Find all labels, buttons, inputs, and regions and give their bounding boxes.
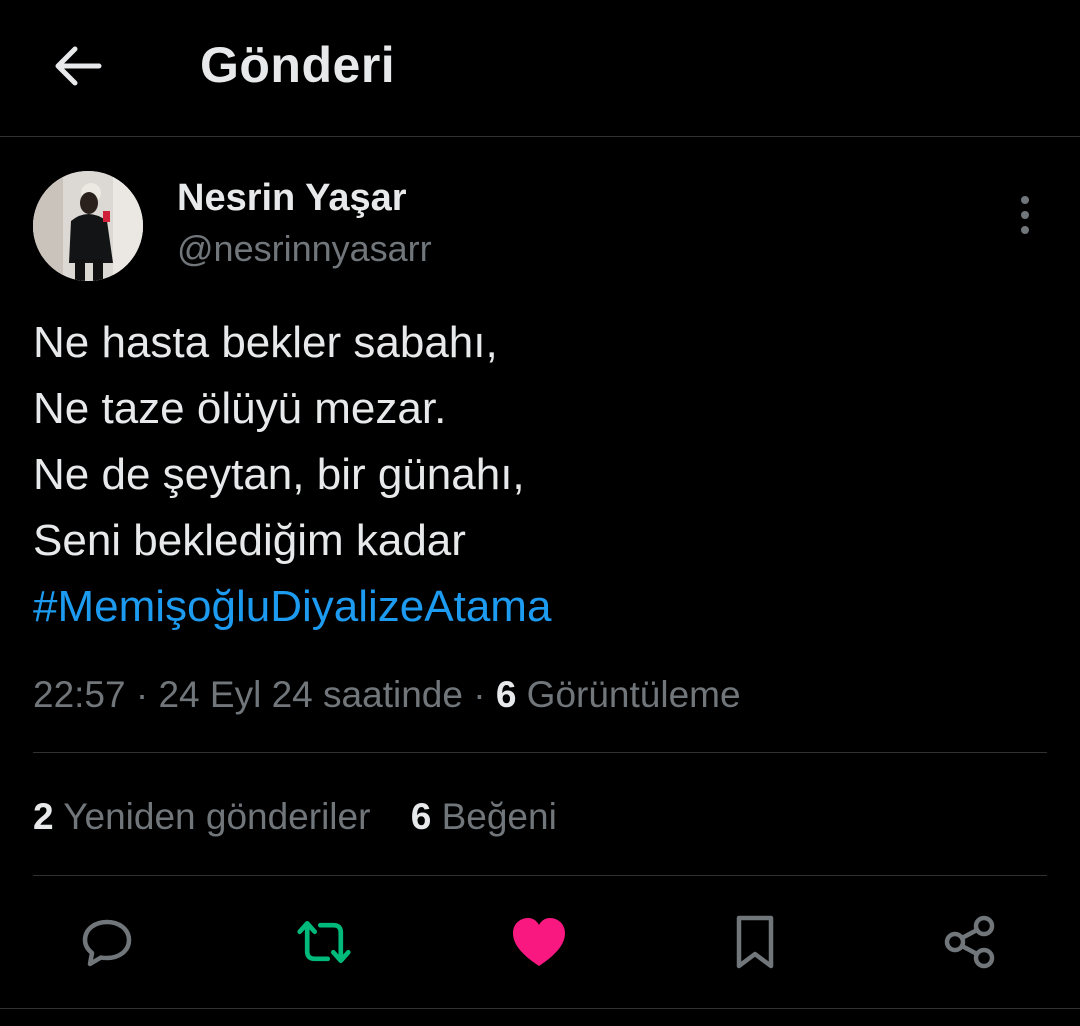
like-button[interactable] [511, 914, 567, 970]
likes-count: 6 [410, 796, 432, 837]
tweet-date[interactable]: 24 Eyl 24 saatinde [158, 674, 462, 715]
arrow-left-icon [55, 46, 102, 86]
likes-stat[interactable]: 6 Beğeni [411, 796, 557, 838]
views-count: 6 [495, 674, 517, 715]
repost-button[interactable] [296, 914, 352, 970]
page-title: Gönderi [200, 37, 396, 93]
repost-icon [297, 921, 351, 963]
reply-button[interactable] [79, 914, 135, 970]
divider [33, 875, 1047, 876]
bookmark-button[interactable] [727, 914, 783, 970]
tweet-text: Ne hasta bekler sabahı, Ne taze ölüyü me… [33, 310, 551, 640]
share-icon [944, 915, 995, 969]
tweet-line: Ne de şeytan, bir günahı, [33, 450, 525, 499]
tweet-line: Ne taze ölüyü mezar. [33, 384, 447, 433]
meta-separator: · [135, 674, 149, 715]
tweet-meta: 22:57 · 24 Eyl 24 saatinde · 6 Görüntüle… [33, 674, 741, 716]
meta-separator: · [473, 674, 486, 715]
reposts-count: 2 [33, 796, 54, 837]
likes-label: Beğeni [441, 796, 557, 837]
reply-icon [82, 919, 132, 967]
heart-filled-icon [513, 918, 565, 966]
tweet-line: Ne hasta bekler sabahı, [33, 318, 498, 367]
share-button[interactable] [942, 914, 998, 970]
author-handle[interactable]: @nesrinnyasarr [177, 228, 432, 270]
reposts-label: Yeniden gönderiler [63, 796, 371, 837]
tweet-time[interactable]: 22:57 [33, 674, 126, 715]
back-button[interactable] [50, 38, 106, 94]
divider [33, 752, 1047, 753]
more-vertical-icon [1021, 196, 1029, 234]
tweet-line: Seni beklediğim kadar [33, 516, 466, 565]
top-bar: Gönderi [0, 0, 1080, 137]
engagement-stats: 2 Yeniden gönderiler 6 Beğeni [33, 796, 557, 838]
avatar-photo [33, 171, 143, 281]
reposts-stat[interactable]: 2 Yeniden gönderiler [33, 796, 370, 838]
bookmark-icon [736, 915, 774, 969]
divider [0, 1008, 1080, 1009]
author-name[interactable]: Nesrin Yaşar [177, 177, 407, 220]
hashtag-link[interactable]: #MemişoğluDiyalizeAtama [33, 574, 551, 640]
avatar[interactable] [33, 171, 143, 281]
views-label: Görüntüleme [526, 674, 741, 715]
more-options-button[interactable] [1003, 192, 1047, 238]
